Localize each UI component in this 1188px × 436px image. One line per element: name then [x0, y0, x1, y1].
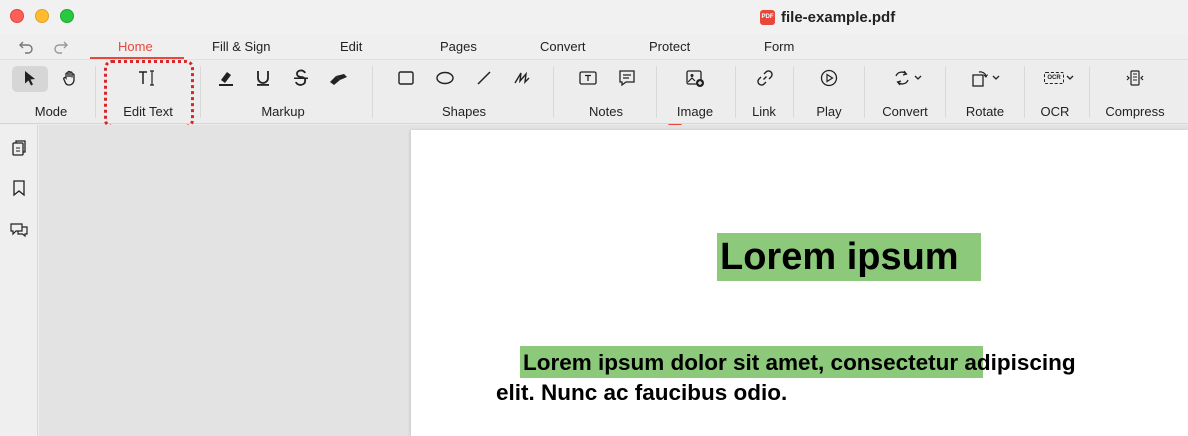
tab-pages[interactable]: Pages	[440, 39, 477, 54]
minimize-window-button[interactable]	[35, 9, 49, 23]
document-heading[interactable]: Lorem ipsum	[720, 236, 959, 279]
toolbar-separator	[864, 66, 865, 118]
toolbar-separator	[1089, 66, 1090, 118]
play-label[interactable]: Play	[816, 104, 841, 119]
pdf-file-icon: PDF	[760, 9, 775, 25]
ocr-label[interactable]: OCR	[1041, 104, 1070, 119]
edit-text-annotation-box	[104, 60, 194, 128]
rotate-label[interactable]: Rotate	[966, 104, 1004, 119]
chevron-down-icon	[1066, 75, 1074, 80]
close-window-button[interactable]	[10, 9, 24, 23]
comment-note-icon[interactable]	[617, 68, 637, 88]
select-arrow-icon[interactable]	[21, 68, 39, 88]
convert-icon[interactable]	[893, 68, 927, 88]
ocr-icon[interactable]: OCR	[1043, 68, 1077, 88]
paragraph-line-2[interactable]: elit. Nunc ac faucibus odio.	[496, 380, 787, 406]
bookmark-icon[interactable]	[9, 178, 29, 198]
toolbar-separator	[1024, 66, 1025, 118]
tab-convert[interactable]: Convert	[540, 39, 586, 54]
title-bar: PDF file-example.pdf	[0, 0, 1188, 34]
ocr-icon-text: OCR	[1044, 72, 1064, 84]
document-title-text: file-example.pdf	[781, 8, 896, 26]
link-icon[interactable]	[755, 68, 775, 88]
strikethrough-icon[interactable]	[292, 68, 310, 88]
document-title: PDF file-example.pdf	[760, 6, 895, 28]
tab-home[interactable]: Home	[118, 39, 153, 54]
maximize-window-button[interactable]	[60, 9, 74, 23]
markup-label: Markup	[261, 104, 305, 119]
paragraph-rest-text: tetur adipiscing	[908, 350, 1076, 375]
tab-protect[interactable]: Protect	[649, 39, 690, 54]
link-label[interactable]: Link	[752, 104, 776, 119]
toolbar-separator	[656, 66, 657, 118]
left-sidebar	[0, 125, 38, 436]
compress-icon[interactable]	[1125, 68, 1145, 88]
shapes-label: Shapes	[441, 104, 487, 119]
tab-form[interactable]: Form	[764, 39, 794, 54]
play-icon[interactable]	[819, 68, 839, 88]
rotate-icon[interactable]	[970, 68, 1004, 88]
compress-label[interactable]: Compress	[1105, 104, 1164, 119]
hand-pan-icon[interactable]	[61, 68, 79, 88]
tab-fill-sign[interactable]: Fill & Sign	[212, 39, 271, 54]
tab-edit[interactable]: Edit	[340, 39, 362, 54]
redo-icon[interactable]	[52, 38, 70, 56]
active-tab-indicator	[90, 57, 184, 59]
line-icon[interactable]	[475, 68, 493, 88]
convert-label[interactable]: Convert	[882, 104, 928, 119]
toolbar-separator	[372, 66, 373, 118]
rectangle-icon[interactable]	[397, 68, 415, 88]
mode-label: Mode	[34, 104, 68, 119]
toolbar-separator	[735, 66, 736, 118]
toolbar-separator	[95, 66, 96, 118]
notes-label: Notes	[589, 104, 623, 119]
underline-icon[interactable]	[254, 68, 272, 88]
ellipse-icon[interactable]	[435, 68, 455, 88]
highlighter-icon[interactable]	[216, 68, 236, 88]
undo-icon[interactable]	[17, 38, 35, 56]
paragraph-line-1[interactable]: Lorem ipsum dolor sit amet, consectetur …	[523, 350, 1076, 376]
toolbar-separator	[200, 66, 201, 118]
toolbar-separator	[553, 66, 554, 118]
text-box-icon[interactable]	[578, 68, 598, 88]
toolbar-separator	[945, 66, 946, 118]
paragraph-highlighted-text: Lorem ipsum dolor sit amet, consec	[523, 350, 909, 375]
freehand-pencil-icon[interactable]	[327, 68, 353, 88]
pages-thumbnail-icon[interactable]	[9, 138, 29, 158]
comments-icon[interactable]	[9, 220, 29, 240]
image-label[interactable]: Image	[677, 104, 713, 119]
toolbar-separator	[793, 66, 794, 118]
freeform-draw-icon[interactable]	[512, 68, 532, 88]
insert-image-icon[interactable]	[685, 68, 705, 88]
